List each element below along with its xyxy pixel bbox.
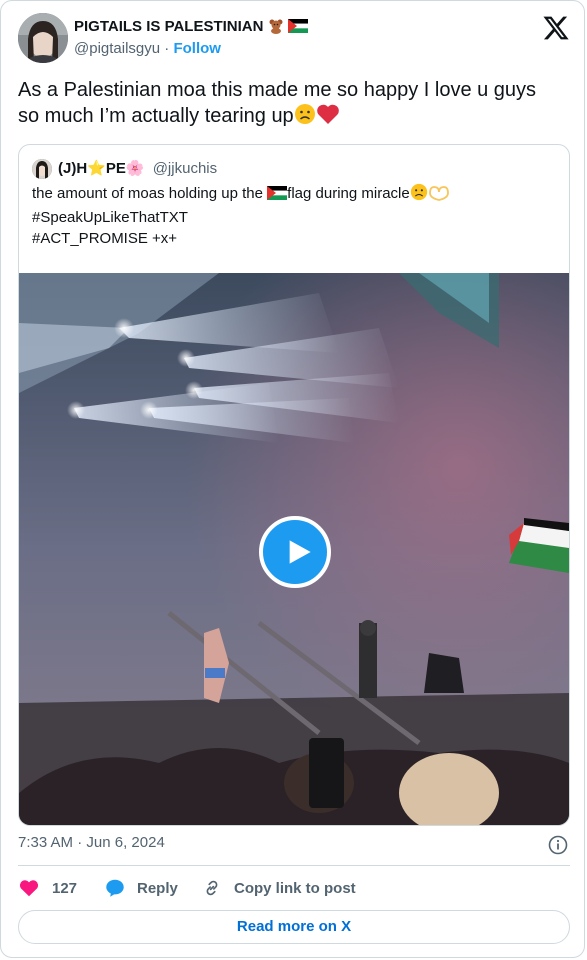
reply-label: Reply — [137, 880, 178, 897]
quoted-post[interactable]: (J)H⭐PE🌸 @jjkuchis the amount of moas ho… — [18, 144, 570, 826]
copy-link-button[interactable]: Copy link to post — [201, 877, 361, 899]
quoted-line-1-start: the amount of moas holding up the — [32, 185, 268, 202]
reply-bubble-icon — [106, 879, 124, 897]
quoted-post-text: the amount of moas holding up the flag d… — [32, 183, 552, 249]
timestamp-separator: · — [77, 834, 83, 851]
link-icon — [206, 880, 218, 896]
palestine-flag-emoji — [287, 19, 308, 33]
frowning-face-emoji — [294, 103, 316, 132]
handle-separator: · — [164, 40, 170, 57]
embedded-post-card[interactable]: PIGTAILS IS PALESTINIAN @pigtailsgyu · F… — [0, 0, 585, 958]
x-logo-icon[interactable] — [542, 14, 570, 42]
quoted-hashtag-2[interactable]: #ACT_PROMISE +x+ — [32, 228, 552, 249]
play-icon — [289, 540, 311, 564]
quoted-hashtag-1[interactable]: #SpeakUpLikeThatTXT — [32, 207, 552, 228]
red-heart-emoji — [316, 103, 340, 132]
quoted-author-name[interactable]: (J)H⭐PE🌸 — [58, 160, 145, 177]
quoted-author-name-row: (J)H⭐PE🌸 @jjkuchis — [58, 159, 217, 177]
teddy-bear-emoji — [268, 18, 284, 38]
info-icon[interactable] — [548, 835, 568, 855]
post-time: 7:33 AM — [18, 834, 74, 851]
author-handle[interactable]: @pigtailsgyu — [74, 40, 160, 57]
author-handle-row: @pigtailsgyu · Follow — [74, 40, 221, 57]
heart-icon — [19, 880, 39, 897]
post-text: As a Palestinian moa this made me so hap… — [18, 77, 558, 132]
author-name[interactable]: PIGTAILS IS PALESTINIAN — [74, 18, 308, 38]
play-button[interactable] — [259, 516, 331, 588]
post-timestamp[interactable]: 7:33 AM · Jun 6, 2024 — [18, 834, 165, 851]
read-more-button[interactable]: Read more on X — [18, 910, 570, 944]
reply-button[interactable]: Reply — [104, 877, 204, 899]
palestine-flag-emoji — [267, 185, 288, 200]
author-avatar[interactable] — [18, 13, 68, 63]
quoted-author-handle[interactable]: @jjkuchis — [153, 160, 217, 177]
post-date: Jun 6, 2024 — [86, 834, 165, 851]
like-count: 127 — [52, 880, 78, 897]
follow-button[interactable]: Follow — [173, 40, 221, 57]
copy-link-label: Copy link to post — [234, 880, 356, 897]
quoted-author-avatar[interactable] — [32, 159, 52, 179]
like-button[interactable]: 127 — [18, 877, 88, 899]
heart-hands-emoji — [428, 185, 450, 207]
post-text-body: As a Palestinian moa this made me so hap… — [18, 79, 537, 127]
divider — [18, 865, 570, 866]
frowning-face-emoji — [410, 183, 428, 207]
video-thumbnail[interactable] — [19, 273, 569, 825]
quoted-line-1: the amount of moas holding up the flag d… — [32, 183, 552, 207]
quoted-line-1-end: flag during miracle — [287, 185, 410, 202]
author-name-text: PIGTAILS IS PALESTINIAN — [74, 18, 264, 35]
